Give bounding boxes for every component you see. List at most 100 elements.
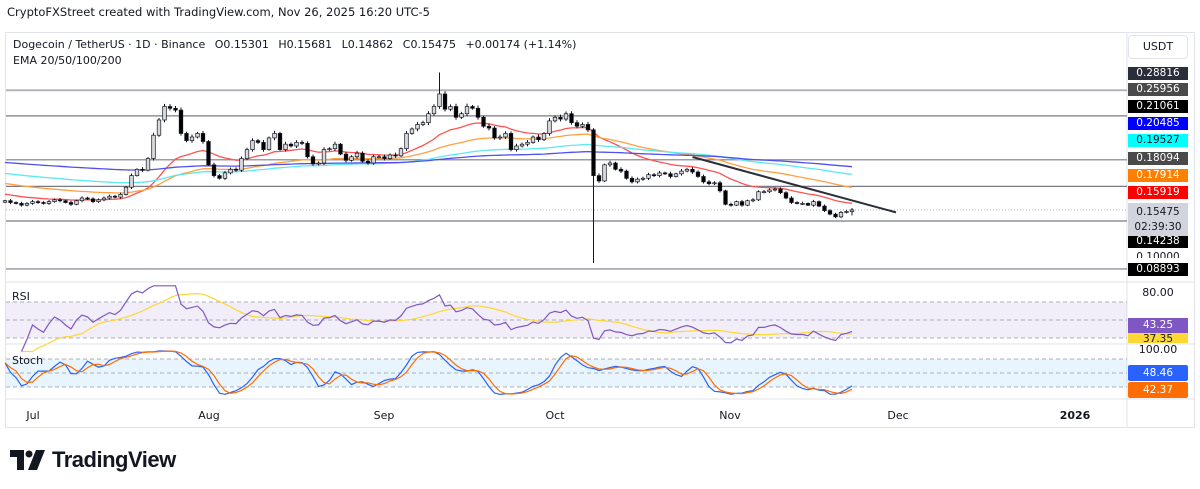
- candle-down: [184, 133, 189, 141]
- tradingview-logo-text: TradingView: [52, 447, 176, 472]
- candle-up: [657, 172, 662, 176]
- rsi-label[interactable]: RSI: [12, 290, 30, 303]
- candle-up: [189, 136, 195, 141]
- candle-down: [783, 192, 789, 199]
- candle-up: [530, 136, 536, 143]
- ema-200-line: [4, 150, 853, 171]
- candle-down: [167, 106, 173, 109]
- price-chart[interactable]: [0, 0, 1200, 489]
- candle-down: [492, 127, 497, 139]
- candle-down: [68, 202, 74, 205]
- currency-button[interactable]: USDT: [1128, 35, 1188, 59]
- candle-down: [481, 116, 486, 127]
- rsi-axis-label: 80.00: [1142, 286, 1174, 299]
- time-label-oct: Oct: [545, 409, 565, 422]
- candle-up: [464, 106, 470, 115]
- candle-down: [739, 201, 745, 206]
- candle-up: [684, 168, 690, 172]
- candle-down: [805, 203, 811, 206]
- candle-down: [305, 142, 310, 158]
- price-axis-label: 0.19527: [1128, 134, 1188, 147]
- candle-down: [35, 201, 41, 203]
- candle-up: [79, 197, 85, 202]
- candle-down: [310, 156, 316, 165]
- candle-up: [563, 113, 569, 120]
- candle-up: [640, 177, 646, 180]
- stoch-k-value: 48.46: [1128, 365, 1188, 381]
- candle-down: [19, 203, 24, 206]
- candle-up: [679, 170, 684, 175]
- ohlc-low: L0.14862: [341, 38, 394, 51]
- bar-countdown: 02:39:30: [1134, 221, 1182, 233]
- candle-down: [453, 106, 459, 118]
- time-label-2026: 2026: [1059, 409, 1091, 422]
- symbol-title[interactable]: Dogecoin / TetherUS · 1D · Binance: [13, 38, 205, 51]
- candle-down: [629, 177, 635, 183]
- candle-down: [173, 107, 178, 111]
- price-axis-label: 0.15919: [1128, 186, 1188, 199]
- candle-down: [475, 107, 481, 118]
- ohlc-open: O0.15301: [214, 38, 269, 51]
- candle-up: [404, 133, 409, 150]
- candle-up: [552, 116, 558, 122]
- candle-up: [398, 148, 404, 157]
- price-axis-label: 0.14238: [1128, 235, 1188, 248]
- candle-up: [118, 194, 123, 198]
- candle-up: [646, 174, 651, 179]
- candle-up: [294, 142, 299, 147]
- candle-up: [156, 119, 162, 136]
- last-price: 0.15475: [1136, 206, 1180, 218]
- candle-down: [585, 124, 591, 131]
- candle-down: [63, 200, 68, 203]
- candle-up: [849, 209, 855, 212]
- candle-down: [288, 143, 294, 147]
- time-label-aug: Aug: [198, 409, 220, 422]
- candle-down: [651, 174, 657, 177]
- candle-up: [332, 143, 338, 150]
- candle-down: [13, 202, 19, 204]
- candle-up: [134, 168, 140, 176]
- candle-down: [112, 195, 118, 198]
- candle-down: [486, 125, 492, 129]
- candle-down: [200, 133, 206, 142]
- candle-down: [299, 142, 305, 144]
- stoch-label[interactable]: Stoch: [12, 354, 43, 367]
- candle-up: [745, 200, 750, 206]
- candle-up: [800, 203, 805, 205]
- candle-up: [541, 133, 547, 141]
- candle-up: [52, 199, 57, 202]
- candle-up: [30, 201, 35, 204]
- candle-up: [547, 120, 552, 134]
- ema-indicator-label[interactable]: EMA 20/50/100/200: [13, 53, 582, 69]
- stoch-axis-label: 100.00: [1138, 343, 1178, 356]
- candle-down: [833, 213, 838, 218]
- candle-down: [470, 106, 475, 109]
- candle-up: [327, 148, 332, 151]
- candle-down: [85, 197, 90, 200]
- candle-up: [387, 154, 393, 159]
- candle-down: [690, 168, 695, 173]
- candle-up: [459, 113, 464, 118]
- candle-down: [668, 173, 673, 177]
- candle-up: [409, 128, 415, 134]
- candle-down: [613, 162, 618, 170]
- candle-up: [151, 134, 156, 159]
- candle-up: [129, 175, 134, 188]
- chart-legend: Dogecoin / TetherUS · 1D · Binance O0.15…: [13, 37, 582, 69]
- candle-up: [107, 195, 112, 199]
- candle-up: [195, 133, 200, 138]
- candle-up: [767, 189, 772, 193]
- price-axis-label: 0.17914: [1128, 169, 1188, 182]
- candle-down: [41, 202, 46, 204]
- candle-down: [717, 182, 723, 192]
- candle-up: [514, 145, 519, 150]
- candle-down: [211, 164, 217, 176]
- candle-up: [761, 191, 767, 194]
- candle-down: [596, 175, 602, 182]
- candle-up: [844, 211, 849, 213]
- candle-up: [415, 124, 420, 130]
- price-axis-label: 0.28816: [1128, 67, 1188, 80]
- candle-down: [508, 133, 514, 150]
- candle-down: [624, 170, 629, 179]
- candle-up: [74, 200, 79, 205]
